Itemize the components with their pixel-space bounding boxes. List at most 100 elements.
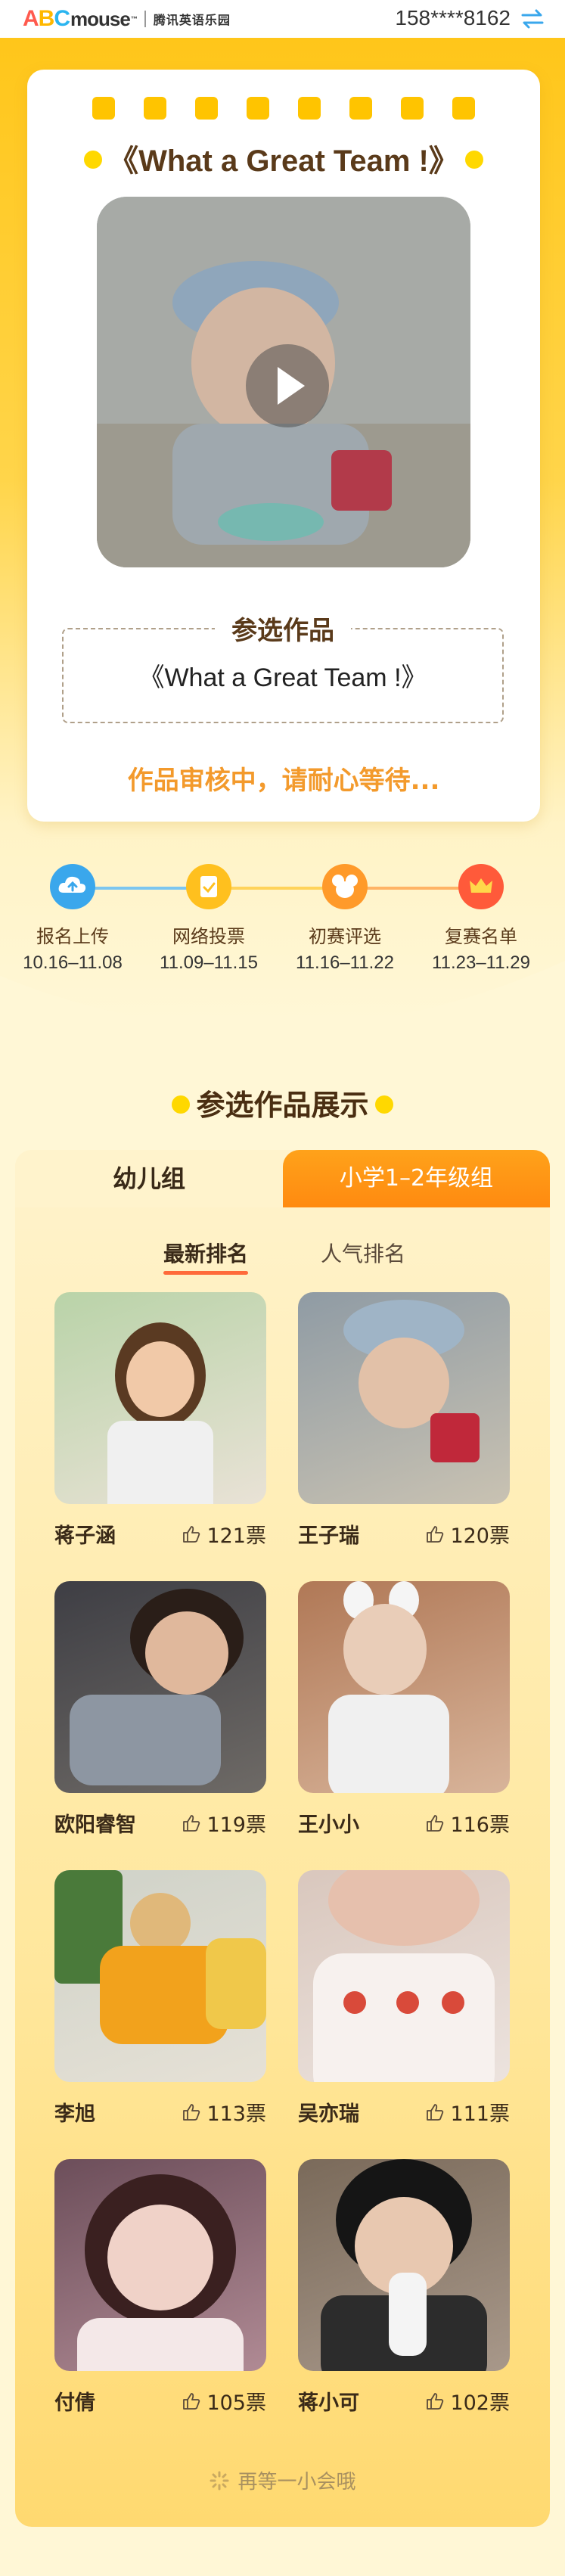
mouse-head-icon xyxy=(322,864,368,909)
entry-tile[interactable]: 蒋小可 102票 xyxy=(298,2159,510,2416)
timeline-label: 复赛名单 xyxy=(445,926,517,947)
entry-photo xyxy=(298,1581,510,1793)
vote-count[interactable]: 113票 xyxy=(181,2097,266,2127)
loading-indicator: 再等一小会哦 xyxy=(15,2466,550,2494)
thumbs-up-icon[interactable] xyxy=(181,2102,202,2123)
entry-tile[interactable]: 王小小 116票 xyxy=(298,1581,510,1838)
tab-kindergarten[interactable]: 幼儿组 xyxy=(15,1150,283,1207)
contest-timeline: 报名上传 10.16–11.08 网络投票 11.09–11.15 初赛评选 1… xyxy=(0,864,565,977)
entry-meta: 吴亦瑞 111票 xyxy=(298,2082,510,2127)
vote-count-text: 119票 xyxy=(206,1813,266,1837)
entry-meta: 蒋小可 102票 xyxy=(298,2371,510,2416)
loading-text: 再等一小会哦 xyxy=(237,2471,356,2494)
entry-tile[interactable]: 吴亦瑞 111票 xyxy=(298,1870,510,2127)
entry-tile[interactable]: 欧阳睿智 119票 xyxy=(54,1581,266,1838)
timeline-date: 10.16–11.08 xyxy=(23,952,123,973)
entry-tile[interactable]: 李旭 113票 xyxy=(54,1870,266,2127)
vote-count[interactable]: 116票 xyxy=(424,1808,510,1838)
timeline-label: 初赛评选 xyxy=(309,926,381,947)
entry-name: 吴亦瑞 xyxy=(298,2102,359,2126)
entry-name: 蒋小可 xyxy=(298,2391,359,2415)
vote-count[interactable]: 111票 xyxy=(424,2097,510,2127)
vote-count[interactable]: 102票 xyxy=(424,2386,510,2416)
entry-photo xyxy=(298,1292,510,1504)
entry-meta: 蒋子涵 121票 xyxy=(54,1504,266,1549)
showcase-title-text: 参选作品展示 xyxy=(196,1089,369,1122)
sort-latest[interactable]: 最新排名 xyxy=(163,1238,249,1275)
decorative-squares xyxy=(92,97,475,120)
entry-card: 《What a Great Team !》 参选作品 《What a Great… xyxy=(27,70,540,822)
entry-info-box: 参选作品 《What a Great Team !》 xyxy=(62,610,504,723)
entry-tile[interactable]: 王子瑞 120票 xyxy=(298,1292,510,1549)
logo-divider xyxy=(144,11,146,27)
entry-name: 《What a Great Team !》 xyxy=(138,663,427,692)
timeline-date: 11.16–11.22 xyxy=(296,952,394,973)
entry-title: 《What a Great Team !》 xyxy=(27,136,540,180)
showcase-panel: 幼儿组 小学1–2年级组 最新排名 人气排名 蒋子涵 121票 王子瑞 120票… xyxy=(15,1150,550,2527)
timeline-label: 网络投票 xyxy=(172,926,245,947)
timeline-step-upload: 报名上传 10.16–11.08 xyxy=(5,864,141,974)
title-dot-left xyxy=(84,151,103,169)
thumbs-up-icon[interactable] xyxy=(424,2102,445,2123)
entry-title-text: 《What a Great Team !》 xyxy=(108,144,459,178)
active-underline xyxy=(163,1271,249,1275)
entry-meta: 付倩 105票 xyxy=(54,2371,266,2416)
thumbs-up-icon[interactable] xyxy=(424,1524,445,1545)
vote-count[interactable]: 120票 xyxy=(424,1519,510,1549)
vote-check-icon xyxy=(186,864,231,909)
thumbs-up-icon[interactable] xyxy=(181,2391,202,2412)
entry-meta: 王小小 116票 xyxy=(298,1793,510,1838)
entry-photo xyxy=(54,1581,266,1793)
entry-photo xyxy=(298,1870,510,2082)
entry-video[interactable] xyxy=(97,197,470,567)
play-icon[interactable] xyxy=(246,344,329,427)
entry-name: 蒋子涵 xyxy=(54,1524,116,1548)
entry-name: 付倩 xyxy=(54,2391,95,2415)
entry-tile[interactable]: 付倩 105票 xyxy=(54,2159,266,2416)
entry-name: 李旭 xyxy=(54,2102,95,2126)
logo-letter-a: A xyxy=(23,6,39,31)
timeline-date: 11.23–11.29 xyxy=(432,952,530,973)
entry-photo xyxy=(54,1870,266,2082)
timeline-step-prelim: 初赛评选 11.16–11.22 xyxy=(277,864,413,974)
swap-arrows-icon[interactable] xyxy=(520,8,545,30)
vote-count[interactable]: 121票 xyxy=(181,1519,266,1549)
logo-letter-b: B xyxy=(38,6,55,31)
entry-photo xyxy=(54,1292,266,1504)
thumbs-up-icon[interactable] xyxy=(181,1813,202,1834)
thumbs-up-icon[interactable] xyxy=(424,2391,445,2412)
loading-spinner-icon xyxy=(210,2471,229,2490)
thumbs-up-icon[interactable] xyxy=(424,1813,445,1834)
entry-tile[interactable]: 蒋子涵 121票 xyxy=(54,1292,266,1549)
logo-word: mouse xyxy=(70,7,131,30)
entry-name: 王子瑞 xyxy=(298,1524,359,1548)
title-dot-right xyxy=(464,151,483,169)
entry-meta: 欧阳睿智 119票 xyxy=(54,1793,266,1838)
entry-meta: 王子瑞 120票 xyxy=(298,1504,510,1549)
vote-count-text: 116票 xyxy=(450,1813,510,1837)
title-dot-left xyxy=(172,1095,191,1114)
crown-icon xyxy=(458,864,504,909)
thumbs-up-icon[interactable] xyxy=(181,1524,202,1545)
entry-photo xyxy=(298,2159,510,2371)
timeline-label: 报名上传 xyxy=(36,926,109,947)
timeline-date: 11.09–11.15 xyxy=(160,952,258,973)
tab-primary-grade-1-2[interactable]: 小学1–2年级组 xyxy=(283,1150,550,1207)
entry-photo xyxy=(54,2159,266,2371)
sort-popular[interactable]: 人气排名 xyxy=(321,1238,405,1268)
sort-latest-label: 最新排名 xyxy=(163,1241,249,1266)
vote-count[interactable]: 119票 xyxy=(181,1808,266,1838)
app-header: A B C mouse ™ 腾讯英语乐园 158****8162 xyxy=(0,0,565,38)
vote-count[interactable]: 105票 xyxy=(181,2386,266,2416)
entry-label: 参选作品 xyxy=(215,610,351,647)
entry-name: 欧阳睿智 xyxy=(54,1813,136,1837)
upload-cloud-icon xyxy=(50,864,95,909)
showcase-title: 参选作品展示 xyxy=(0,1082,565,1123)
timeline-step-vote: 网络投票 11.09–11.15 xyxy=(141,864,277,974)
vote-count-text: 121票 xyxy=(206,1524,266,1548)
title-dot-right xyxy=(374,1095,393,1114)
logo-chinese-name: 腾讯英语乐园 xyxy=(153,14,231,27)
entry-meta: 李旭 113票 xyxy=(54,2082,266,2127)
logo-letter-c: C xyxy=(54,6,70,31)
vote-count-text: 105票 xyxy=(206,2391,266,2415)
